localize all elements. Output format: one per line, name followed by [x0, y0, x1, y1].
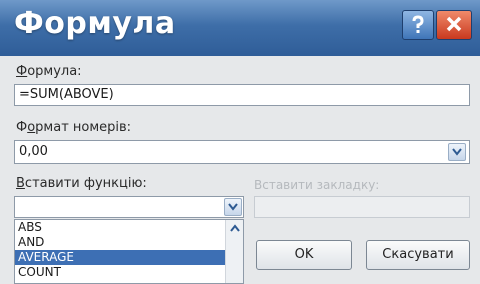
cancel-button[interactable]: Скасувати: [366, 240, 470, 270]
list-item[interactable]: AND: [15, 235, 243, 250]
dialog-title: Формула: [14, 6, 176, 41]
number-format-label: Формат номерів:: [16, 120, 132, 135]
insert-bookmark-label: Вставити закладку:: [254, 178, 380, 192]
insert-function-dropdown-button[interactable]: [224, 198, 242, 216]
help-icon: [403, 15, 433, 35]
insert-function-combo[interactable]: [14, 196, 244, 218]
function-listbox[interactable]: ABS AND AVERAGE COUNT: [14, 219, 244, 284]
formula-dialog: Формула Формула: =SUM(ABOVE) Формат номе…: [0, 0, 480, 284]
number-format-value: 0,00: [19, 144, 48, 159]
close-button[interactable]: [436, 10, 472, 40]
formula-label: Формула:: [16, 64, 82, 79]
help-button[interactable]: [402, 10, 434, 40]
chevron-up-icon[interactable]: [229, 224, 240, 232]
ok-button[interactable]: OK: [256, 240, 352, 270]
list-scrollbar[interactable]: [225, 220, 243, 283]
list-item-selected[interactable]: AVERAGE: [15, 250, 243, 265]
title-bar[interactable]: Формула: [0, 0, 480, 56]
chevron-down-icon: [452, 148, 462, 156]
insert-bookmark-combo: [254, 196, 470, 218]
list-item[interactable]: COUNT: [15, 265, 243, 280]
close-icon: [437, 15, 471, 33]
number-format-combo[interactable]: 0,00: [14, 140, 470, 164]
insert-function-label: Вставити функцію:: [16, 176, 147, 191]
formula-input[interactable]: =SUM(ABOVE): [14, 84, 470, 106]
list-item[interactable]: ABS: [15, 220, 243, 235]
chevron-down-icon: [228, 203, 238, 211]
number-format-dropdown-button[interactable]: [448, 143, 466, 161]
